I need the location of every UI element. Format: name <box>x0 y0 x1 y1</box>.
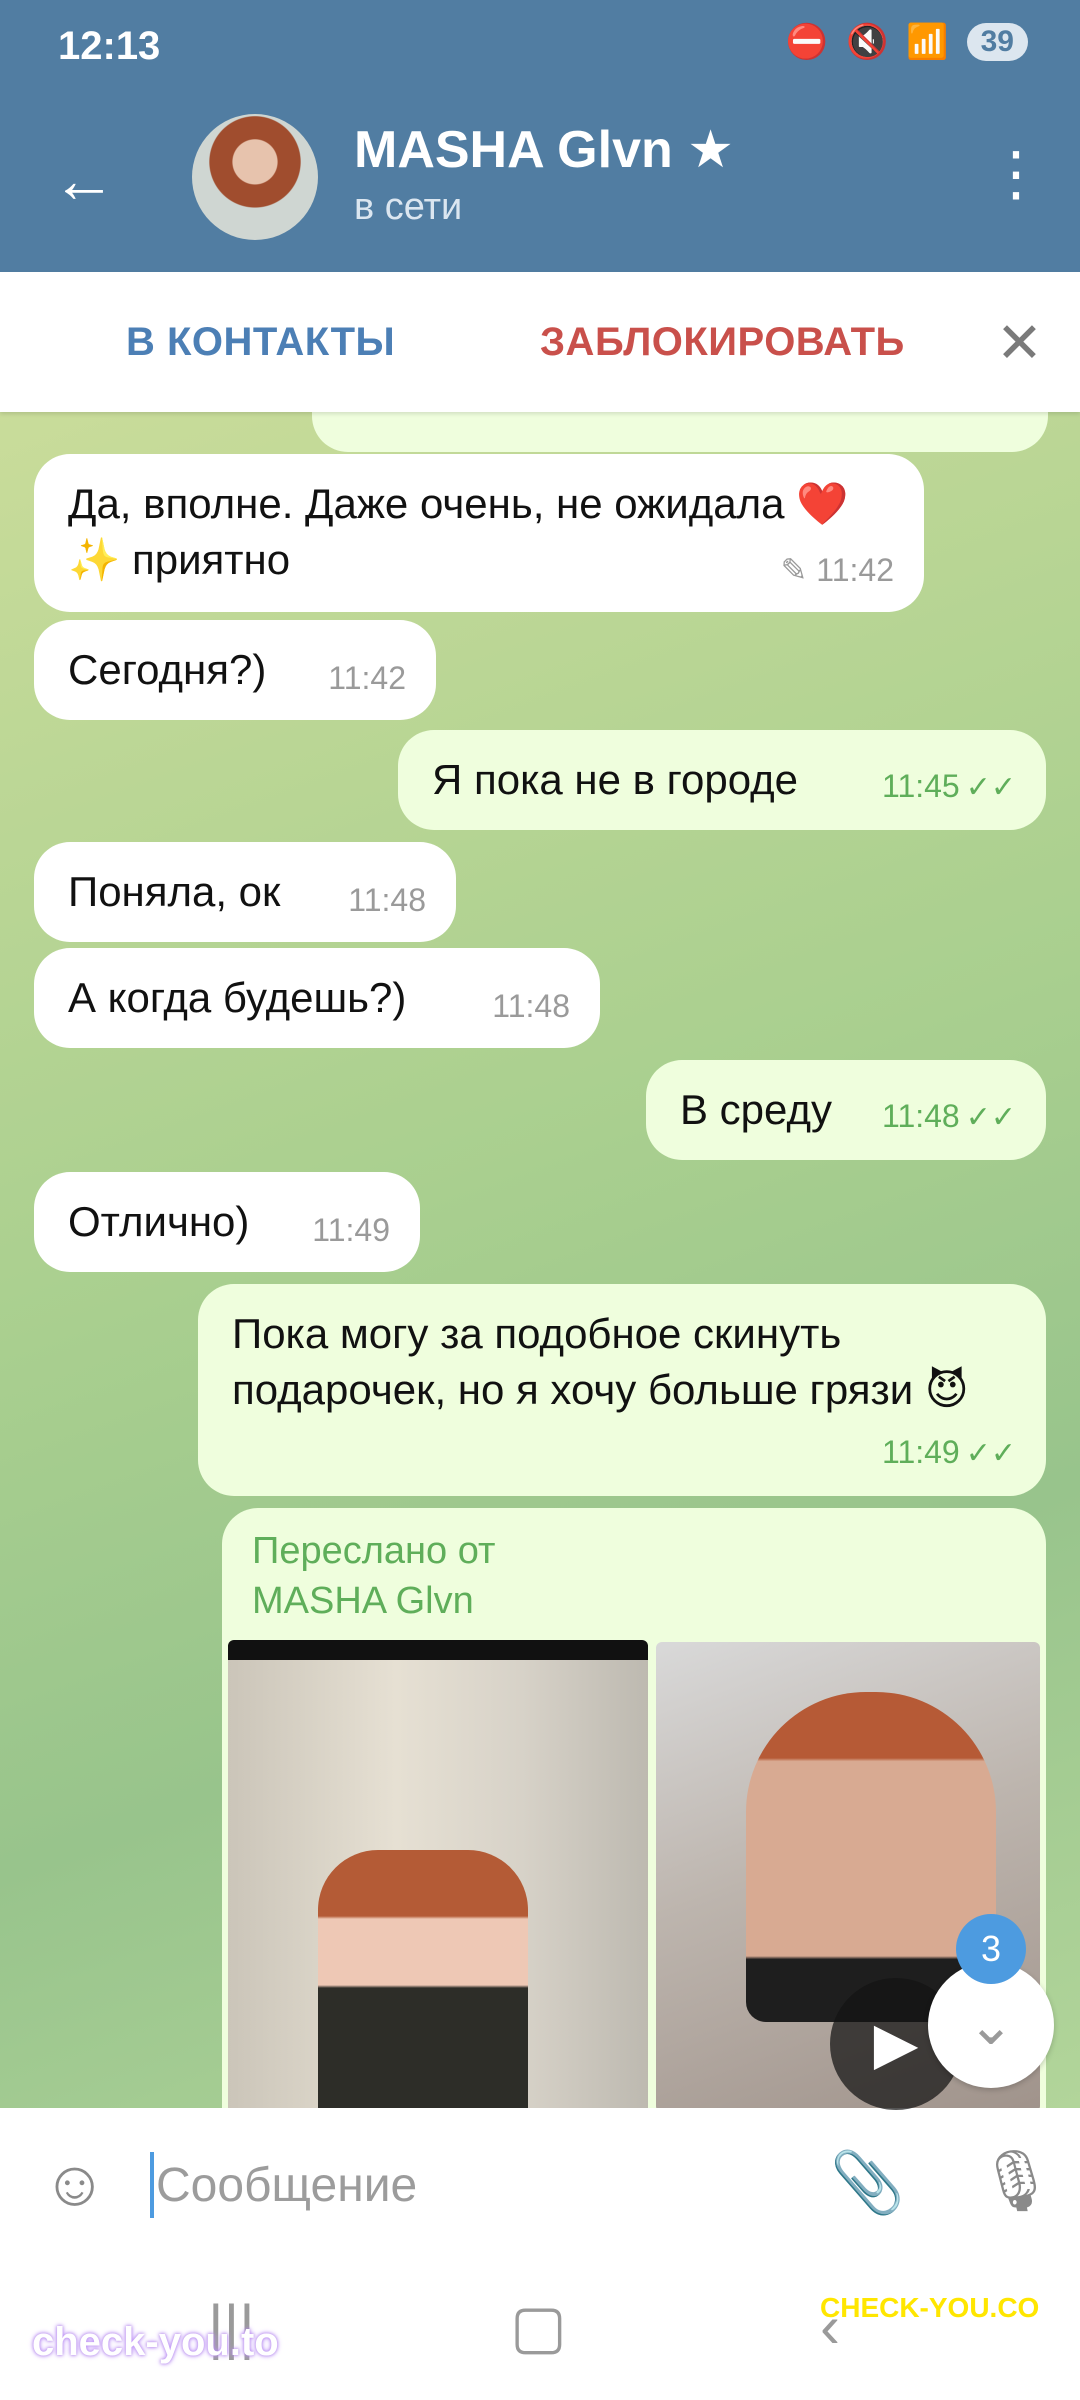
status-icons: ⛔ 🔇 📶 39 <box>786 22 1028 62</box>
message-text: Отлично) <box>68 1198 250 1245</box>
contact-status: в сети <box>354 186 463 228</box>
message-partial <box>312 412 1048 452</box>
sticker-emoji-icon[interactable]: ☺ <box>42 2148 107 2218</box>
photo-subject <box>318 1850 528 2108</box>
message-time: 11:48 <box>492 988 570 1024</box>
message-time: 11:49 <box>882 1434 960 1470</box>
message-time: 11:49 <box>312 1212 390 1248</box>
read-ticks-icon: ✓✓ <box>965 1101 1016 1134</box>
wifi-icon: 📶 <box>906 23 949 61</box>
contact-action-bar: В КОНТАКТЫ ЗАБЛОКИРОВАТЬ ✕ <box>0 272 1080 412</box>
forwarded-label: Переслано от <box>252 1530 496 1572</box>
microphone-icon[interactable]: 🎙 <box>978 2146 1054 2216</box>
message-text: Я пока не в городе <box>432 756 799 803</box>
watermark-left: check-you.to <box>32 2320 279 2364</box>
close-icon[interactable]: ✕ <box>996 310 1043 376</box>
home-icon[interactable]: ▢ <box>510 2292 567 2362</box>
message-bubble[interactable]: В среду 11:48 ✓✓ <box>646 1060 1046 1160</box>
message-bubble[interactable]: Пока могу за подобное скинуть подарочек,… <box>198 1284 1046 1496</box>
mute-icon: 🔇 <box>845 23 889 61</box>
edited-pencil-icon: ✎ <box>780 552 817 588</box>
message-bubble[interactable]: Я пока не в городе 11:45 ✓✓ <box>398 730 1046 830</box>
message-text: Сегодня?) <box>68 646 267 693</box>
unread-count-badge: 3 <box>956 1914 1026 1984</box>
back-arrow-icon[interactable]: ← <box>52 148 116 212</box>
paperclip-icon[interactable]: 📎 <box>830 2148 905 2218</box>
chat-area[interactable]: Да, вполне. Даже очень, не ожидала ❤️✨ п… <box>0 412 1080 2108</box>
chevron-down-icon: ⌄ <box>967 1993 1015 2056</box>
chat-header: ← MASHA Glvn ★ в сети ⋮ <box>0 100 1080 272</box>
message-composer: ☺ 📎 🎙 <box>0 2108 1080 2258</box>
battery-level: 39 <box>966 23 1028 61</box>
status-time: 12:13 <box>58 24 161 68</box>
read-ticks-icon: ✓✓ <box>965 1437 1016 1470</box>
message-time: 11:42 <box>816 552 894 588</box>
message-text: А когда будешь?) <box>68 974 407 1021</box>
contact-name[interactable]: MASHA Glvn ★ <box>354 120 734 180</box>
star-icon: ★ <box>687 121 734 179</box>
message-text: Поняла, ок <box>68 868 281 915</box>
forwarded-source[interactable]: MASHA Glvn <box>252 1576 1016 1626</box>
more-menu-icon[interactable]: ⋮ <box>986 144 1046 204</box>
message-bubble[interactable]: Поняла, ок 11:48 <box>34 842 456 942</box>
message-time: 11:42 <box>328 660 406 696</box>
dnd-icon: ⛔ <box>785 23 828 61</box>
message-time: 11:48 <box>882 1098 960 1134</box>
message-time: 11:45 <box>882 768 960 804</box>
add-contact-button[interactable]: В КОНТАКТЫ <box>126 320 395 365</box>
message-text: В среду <box>680 1086 832 1133</box>
read-ticks-icon: ✓✓ <box>965 771 1016 804</box>
forwarded-photo[interactable] <box>228 1640 648 2108</box>
message-time: 11:48 <box>348 882 426 918</box>
block-button[interactable]: ЗАБЛОКИРОВАТЬ <box>540 320 905 365</box>
message-bubble[interactable]: А когда будешь?) 11:48 <box>34 948 600 1048</box>
message-bubble[interactable]: Отлично) 11:49 <box>34 1172 420 1272</box>
message-text: Пока могу за подобное скинуть подарочек,… <box>232 1310 969 1413</box>
message-bubble[interactable]: Да, вполне. Даже очень, не ожидала ❤️✨ п… <box>34 454 924 612</box>
message-input[interactable] <box>154 2148 798 2222</box>
message-text: Да, вполне. Даже очень, не ожидала ❤️✨ п… <box>68 480 849 583</box>
avatar[interactable] <box>192 114 318 240</box>
status-bar: 12:13 ⛔ 🔇 📶 39 <box>0 0 1080 100</box>
watermark-right: CHECK-YOU.CO <box>820 2292 1040 2323</box>
message-bubble[interactable]: Сегодня?) 11:42 <box>34 620 436 720</box>
